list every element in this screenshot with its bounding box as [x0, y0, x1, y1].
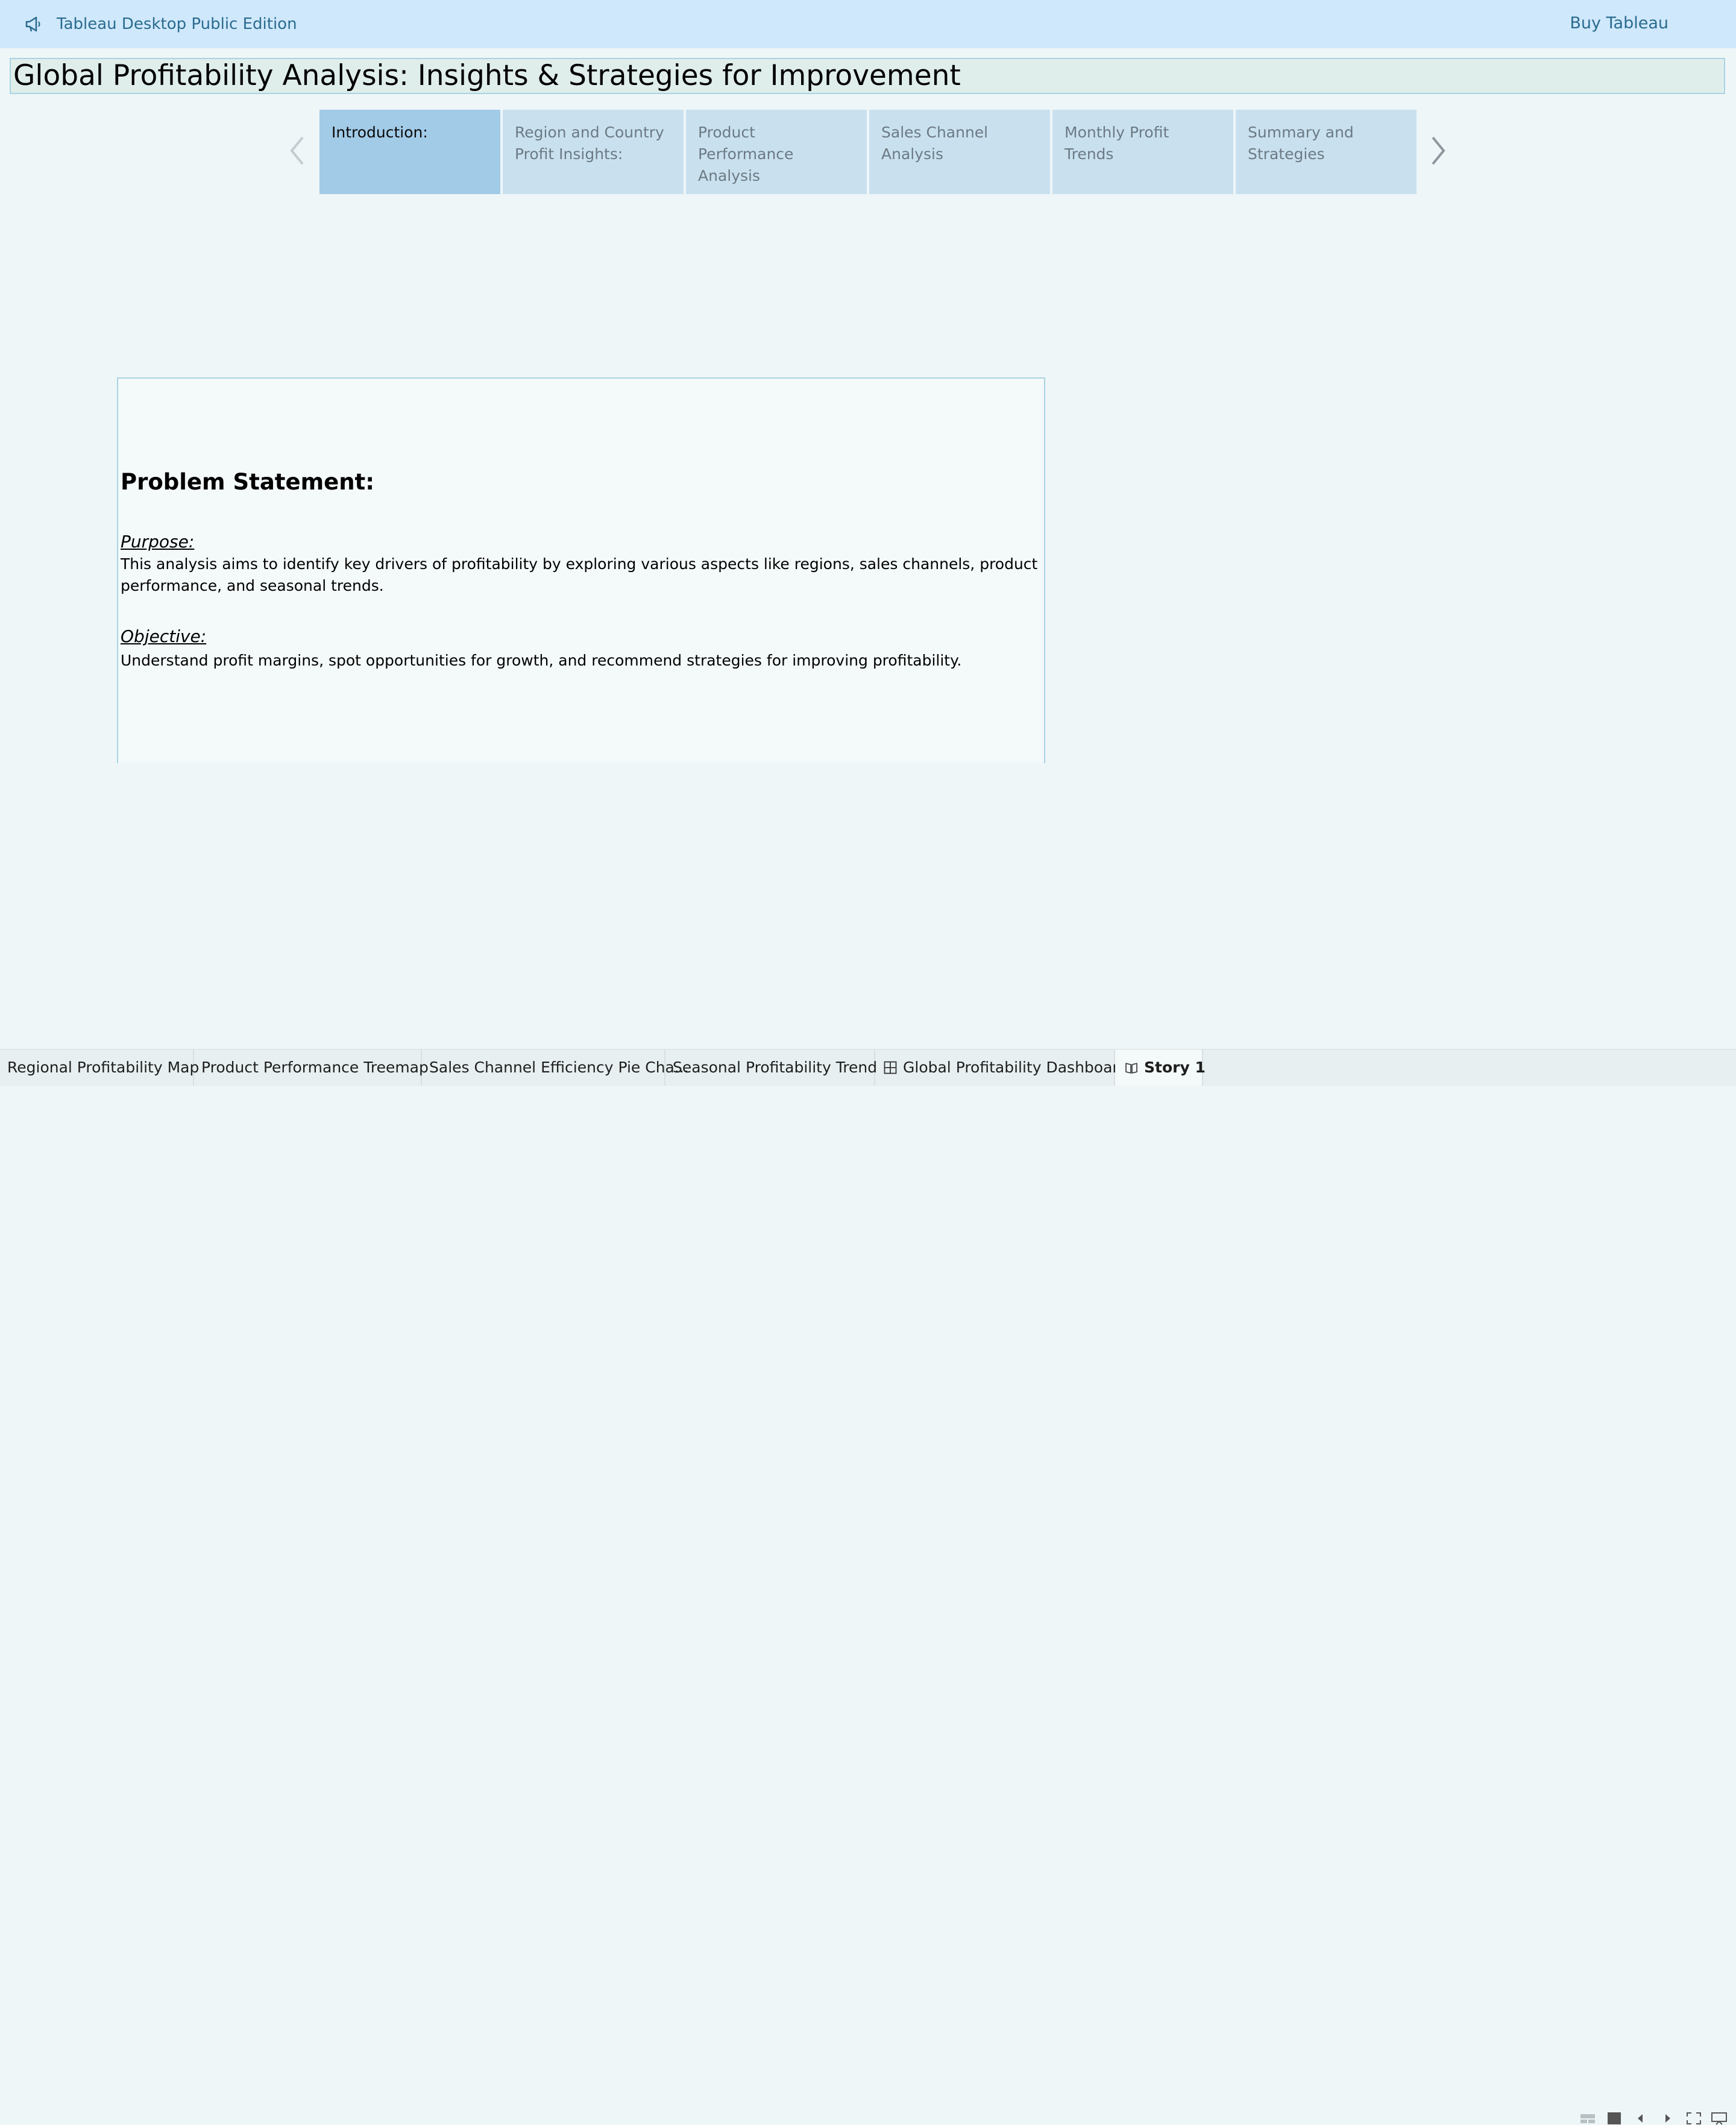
chevron-right-icon[interactable]	[1426, 133, 1450, 169]
tab-seasonal-profitability-trend[interactable]: Seasonal Profitability Trend	[665, 1050, 878, 1086]
tab-label: Regional Profitability Map	[7, 1059, 200, 1076]
sheet-sorter-icon[interactable]	[1579, 2112, 1596, 2125]
tab-story-1[interactable]: Story 1	[1115, 1050, 1206, 1086]
story-point-summary[interactable]: Summary and Strategies	[1236, 110, 1417, 194]
problem-statement-textbox: Problem Statement: Purpose: This analysi…	[117, 377, 1045, 763]
edition-label: Tableau Desktop Public Edition	[57, 15, 297, 33]
chevron-left-icon[interactable]	[286, 133, 310, 169]
tab-sales-channel-pie[interactable]: Sales Channel Efficiency Pie Cha...	[422, 1050, 689, 1086]
story-point-monthly-trends[interactable]: Monthly Profit Trends	[1052, 110, 1233, 194]
tab-label: Product Performance Treemap	[201, 1059, 429, 1076]
sheet-tab-strip: Regional Profitability Map Product Perfo…	[0, 1049, 1736, 2125]
tab-label: Sales Channel Efficiency Pie Cha...	[429, 1059, 689, 1076]
story-point-region-country[interactable]: Region and Country Profit Insights:	[503, 110, 684, 194]
story-point-introduction[interactable]: Introduction:	[319, 110, 500, 194]
story-title: Global Profitability Analysis: Insights …	[10, 58, 1725, 94]
story-point-sales-channel[interactable]: Sales Channel Analysis	[869, 110, 1050, 194]
buy-tableau-link[interactable]: Buy Tableau	[1570, 0, 1668, 47]
problem-statement-heading: Problem Statement:	[121, 469, 375, 495]
previous-sheet-icon[interactable]	[1632, 2112, 1649, 2125]
top-banner: Tableau Desktop Public Edition Buy Table…	[0, 0, 1736, 48]
story-point-label: Sales Channel Analysis	[881, 124, 989, 163]
next-sheet-icon[interactable]	[1659, 2112, 1676, 2125]
megaphone-icon	[25, 16, 40, 32]
fullscreen-icon[interactable]	[1685, 2112, 1702, 2125]
tab-label: Global Profitability Dashboard	[903, 1059, 1128, 1076]
story-book-icon	[1125, 1063, 1137, 1074]
story-point-label: Introduction:	[332, 124, 428, 141]
tab-product-performance-treemap[interactable]: Product Performance Treemap	[194, 1050, 429, 1086]
story-point-product-performance[interactable]: Product Performance Analysis	[686, 110, 867, 194]
story-point-label: Product Performance Analysis	[698, 124, 794, 184]
objective-text: Understand profit margins, spot opportun…	[121, 652, 962, 669]
tab-regional-profitability-map[interactable]: Regional Profitability Map	[0, 1050, 199, 1086]
tab-global-profitability-dashboard[interactable]: Global Profitability Dashboard	[875, 1050, 1128, 1086]
tab-label: Seasonal Profitability Trend	[673, 1059, 878, 1076]
purpose-text: This analysis aims to identify key drive…	[121, 555, 1038, 594]
presentation-mode-icon[interactable]	[1711, 2112, 1728, 2125]
story-point-label: Region and Country Profit Insights:	[515, 124, 664, 163]
story-point-label: Monthly Profit Trends	[1065, 124, 1169, 163]
tab-label: Story 1	[1144, 1059, 1206, 1076]
objective-label: Objective:	[121, 626, 207, 646]
story-point-label: Summary and Strategies	[1248, 124, 1354, 163]
normal-view-icon[interactable]	[1606, 2112, 1623, 2125]
dashboard-grid-icon	[884, 1061, 897, 1074]
purpose-label: Purpose:	[121, 532, 195, 552]
